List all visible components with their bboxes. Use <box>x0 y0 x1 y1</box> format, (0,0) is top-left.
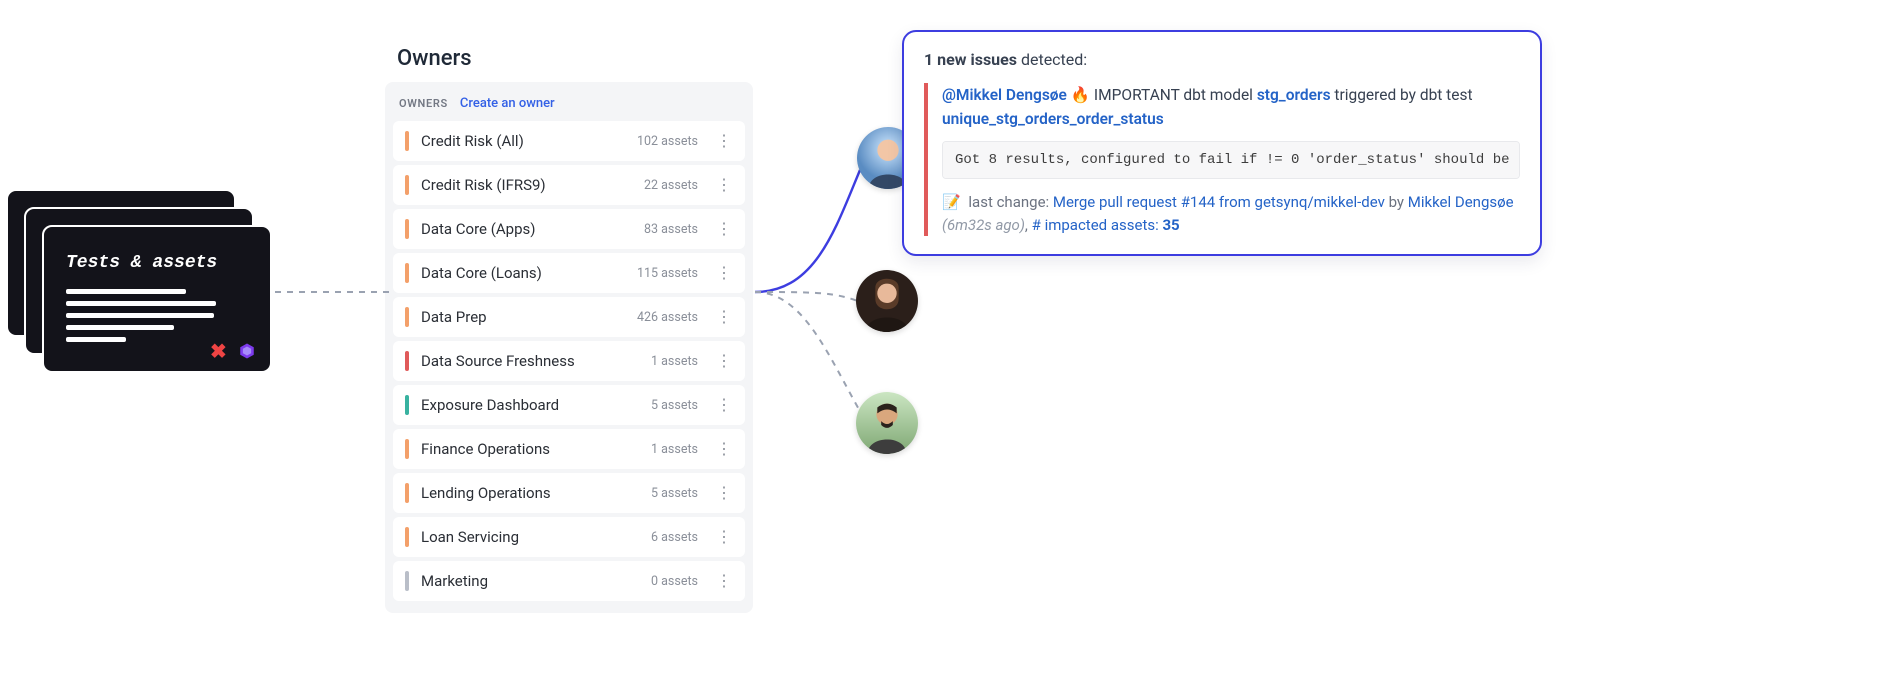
owner-asset-count: 102 assets <box>637 134 698 149</box>
owner-name: Credit Risk (IFRS9) <box>421 176 644 194</box>
author-link[interactable]: Mikkel Dengsøe <box>1408 193 1514 211</box>
owner-row[interactable]: Exposure Dashboard5 assets <box>393 385 745 425</box>
issue-notification: 1 new issues detected: @Mikkel Dengsøe 🔥… <box>902 30 1542 256</box>
owner-color-bar <box>405 439 409 459</box>
owners-section-title: Owners <box>397 46 472 71</box>
avatar-owner-3 <box>856 392 918 454</box>
owner-name: Marketing <box>421 572 651 590</box>
kebab-menu-icon[interactable] <box>712 531 735 543</box>
asset-hexagon-icon <box>238 342 256 360</box>
owner-row[interactable]: Finance Operations1 assets <box>393 429 745 469</box>
owner-asset-count: 22 assets <box>644 178 698 193</box>
owner-name: Exposure Dashboard <box>421 396 651 414</box>
owner-row[interactable]: Marketing0 assets <box>393 561 745 601</box>
owner-name: Data Source Freshness <box>421 352 651 370</box>
owner-color-bar <box>405 307 409 327</box>
owner-row[interactable]: Loan Servicing6 assets <box>393 517 745 557</box>
owner-color-bar <box>405 175 409 195</box>
owner-row[interactable]: Data Core (Loans)115 assets <box>393 253 745 293</box>
tests-assets-card-stack: Tests & assets ✖ <box>6 189 276 379</box>
card-lines <box>66 289 248 342</box>
owner-row[interactable]: Credit Risk (IFRS9)22 assets <box>393 165 745 205</box>
model-link[interactable]: stg_orders <box>1257 86 1331 104</box>
tests-assets-card: Tests & assets ✖ <box>42 225 272 373</box>
owners-header-label: OWNERS <box>399 97 448 110</box>
owner-row[interactable]: Data Source Freshness1 assets <box>393 341 745 381</box>
memo-icon: 📝 <box>942 193 961 211</box>
impacted-link[interactable]: # impacted assets: <box>1032 216 1163 234</box>
owner-name: Lending Operations <box>421 484 651 502</box>
kebab-menu-icon[interactable] <box>712 355 735 367</box>
kebab-menu-icon[interactable] <box>712 267 735 279</box>
owner-color-bar <box>405 571 409 591</box>
headline-suffix: detected: <box>1017 50 1087 69</box>
kebab-menu-icon[interactable] <box>712 487 735 499</box>
owner-color-bar <box>405 395 409 415</box>
kebab-menu-icon[interactable] <box>712 443 735 455</box>
owner-asset-count: 1 assets <box>651 354 698 369</box>
fire-icon: 🔥 <box>1071 86 1090 104</box>
notification-headline: 1 new issues detected: <box>924 50 1520 69</box>
time-ago: (6m32s ago) <box>942 216 1025 234</box>
avatar-owner-2 <box>856 270 918 332</box>
owner-asset-count: 5 assets <box>651 398 698 413</box>
error-code-block: Got 8 results, configured to fail if != … <box>942 141 1520 179</box>
kebab-menu-icon[interactable] <box>712 399 735 411</box>
owner-name: Credit Risk (All) <box>421 132 637 150</box>
owner-row[interactable]: Data Core (Apps)83 assets <box>393 209 745 249</box>
kebab-menu-icon[interactable] <box>712 179 735 191</box>
by-label: by <box>1385 193 1408 211</box>
owner-name: Loan Servicing <box>421 528 651 546</box>
owners-list: Credit Risk (All)102 assetsCredit Risk (… <box>393 121 745 601</box>
owner-color-bar <box>405 219 409 239</box>
notif-text-1: IMPORTANT dbt model <box>1090 86 1257 104</box>
owner-asset-count: 5 assets <box>651 486 698 501</box>
owner-color-bar <box>405 351 409 371</box>
owner-color-bar <box>405 483 409 503</box>
impacted-count: 35 <box>1162 216 1179 234</box>
owner-name: Data Core (Apps) <box>421 220 644 238</box>
kebab-menu-icon[interactable] <box>712 575 735 587</box>
kebab-menu-icon[interactable] <box>712 311 735 323</box>
owner-asset-count: 426 assets <box>637 310 698 325</box>
new-issues-count: 1 new issues <box>924 50 1017 69</box>
notif-text-2: triggered by dbt test <box>1331 86 1473 104</box>
owner-asset-count: 1 assets <box>651 442 698 457</box>
owner-row[interactable]: Data Prep426 assets <box>393 297 745 337</box>
owner-asset-count: 83 assets <box>644 222 698 237</box>
tests-assets-title: Tests & assets <box>66 253 248 273</box>
owner-asset-count: 115 assets <box>637 266 698 281</box>
fail-icon: ✖ <box>210 341 230 361</box>
owner-color-bar <box>405 527 409 547</box>
last-change-label: last change: <box>965 193 1053 211</box>
owner-row[interactable]: Credit Risk (All)102 assets <box>393 121 745 161</box>
impacted-sep: , <box>1025 216 1032 234</box>
test-link[interactable]: unique_stg_orders_order_status <box>942 110 1164 128</box>
create-owner-link[interactable]: Create an owner <box>460 96 555 111</box>
owner-name: Finance Operations <box>421 440 651 458</box>
owner-color-bar <box>405 263 409 283</box>
kebab-menu-icon[interactable] <box>712 223 735 235</box>
pr-link[interactable]: Merge pull request #144 from getsynq/mik… <box>1053 193 1385 211</box>
owner-name: Data Prep <box>421 308 637 326</box>
owners-panel: OWNERS Create an owner Credit Risk (All)… <box>385 82 753 613</box>
owner-asset-count: 0 assets <box>651 574 698 589</box>
owner-name: Data Core (Loans) <box>421 264 637 282</box>
owner-asset-count: 6 assets <box>651 530 698 545</box>
owner-color-bar <box>405 131 409 151</box>
owner-row[interactable]: Lending Operations5 assets <box>393 473 745 513</box>
notification-mention[interactable]: @Mikkel Dengsøe <box>942 86 1067 104</box>
kebab-menu-icon[interactable] <box>712 135 735 147</box>
